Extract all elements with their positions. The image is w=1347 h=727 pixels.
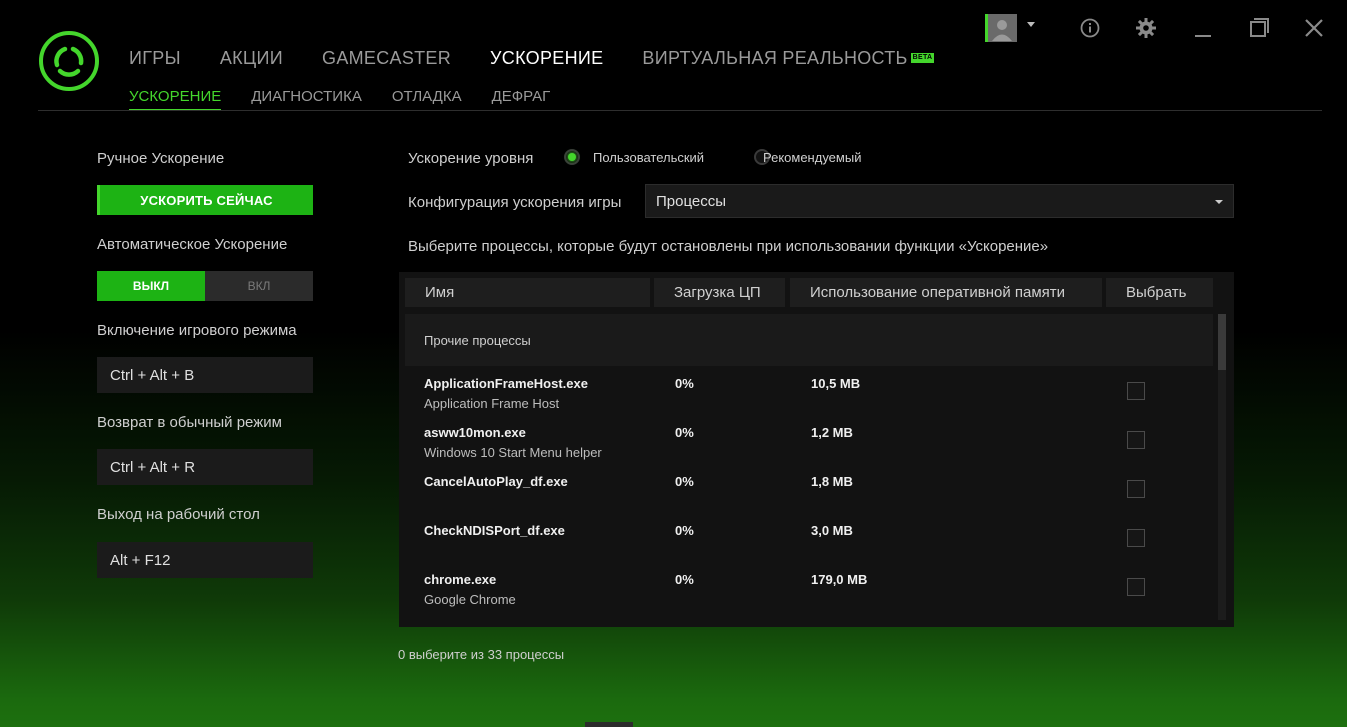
process-name: CancelAutoPlay_df.exe (424, 474, 568, 489)
tab-boost[interactable]: УСКОРЕНИЕ (490, 48, 603, 69)
process-cpu: 0% (675, 523, 694, 538)
toggle-off-option[interactable]: ВЫКЛ (97, 271, 205, 301)
auto-boost-label: Автоматическое Ускорение (97, 236, 288, 253)
toggle-on-option[interactable]: ВКЛ (205, 271, 313, 301)
process-desc: Application Frame Host (424, 396, 560, 411)
process-ram: 3,0 MB (811, 523, 853, 538)
tab-vr[interactable]: ВИРТУАЛЬНАЯ РЕАЛЬНОСТЬ BETA (642, 48, 935, 69)
process-cpu: 0% (675, 474, 694, 489)
chevron-down-icon (1215, 200, 1223, 204)
boost-level-label: Ускорение уровня (408, 150, 534, 167)
select-checkbox[interactable] (1127, 382, 1145, 400)
bottom-handle[interactable] (585, 722, 633, 727)
sub-nav: УСКОРЕНИЕ ДИАГНОСТИКА ОТЛАДКА ДЕФРАГ (129, 88, 580, 111)
beta-badge: BETA (910, 53, 935, 63)
process-desc: Google Chrome (424, 592, 516, 607)
group-other-processes: Прочие процессы (405, 314, 1213, 366)
normal-mode-hotkey-field[interactable]: Ctrl + Alt + R (97, 449, 313, 485)
tab-vr-label: ВИРТУАЛЬНАЯ РЕАЛЬНОСТЬ (642, 48, 908, 68)
tab-games[interactable]: ИГРЫ (129, 48, 181, 69)
table-row: asww10mon.exe Windows 10 Start Menu helpe… (405, 417, 1213, 466)
select-checkbox[interactable] (1127, 529, 1145, 547)
process-name: CheckNDISPort_df.exe (424, 523, 565, 538)
subtab-boost[interactable]: УСКОРЕНИЕ (129, 88, 222, 111)
config-dropdown-value: Процессы (656, 192, 727, 210)
maximize-icon[interactable] (1248, 17, 1270, 39)
column-header-select[interactable]: Выбрать (1106, 278, 1213, 307)
config-label: Конфигурация ускорения игры (408, 194, 622, 211)
radio-recommended-label[interactable]: Рекомендуемый (763, 150, 861, 165)
column-header-cpu[interactable]: Загрузка ЦП (654, 278, 785, 307)
user-avatar-icon[interactable] (985, 14, 1017, 42)
instruction-text: Выберите процессы, которые будут останов… (408, 238, 1049, 255)
process-ram: 10,5 MB (811, 376, 861, 391)
process-name: chrome.exe (424, 572, 497, 587)
info-icon[interactable] (1079, 17, 1101, 39)
process-ram: 1,2 MB (811, 425, 853, 440)
process-cpu: 0% (675, 425, 694, 440)
process-name: ApplicationFrameHost.exe (424, 376, 588, 391)
config-dropdown[interactable]: Процессы (645, 184, 1234, 218)
game-mode-hotkey-field[interactable]: Ctrl + Alt + B (97, 357, 313, 393)
desktop-hotkey-field[interactable]: Alt + F12 (97, 542, 313, 578)
process-name: asww10mon.exe (424, 425, 526, 440)
nav-divider (38, 110, 1322, 111)
tab-gamecaster[interactable]: GAMECASTER (322, 48, 451, 69)
tab-deals[interactable]: АКЦИИ (220, 48, 283, 69)
table-scrollbar[interactable] (1218, 314, 1226, 620)
process-ram: 1,8 MB (811, 474, 853, 489)
process-cpu: 0% (675, 376, 694, 391)
process-desc: Windows 10 Start Menu helper (424, 445, 602, 460)
process-table: Имя Загрузка ЦП Использование оперативно… (399, 272, 1234, 627)
subtab-debug[interactable]: ОТЛАДКА (392, 88, 462, 111)
table-row: CancelAutoPlay_df.exe 0% 1,8 MB (405, 466, 1213, 515)
select-checkbox[interactable] (1127, 480, 1145, 498)
column-header-name[interactable]: Имя (405, 278, 650, 307)
process-cpu: 0% (675, 572, 694, 587)
select-checkbox[interactable] (1127, 578, 1145, 596)
game-mode-label: Включение игрового режима (97, 322, 297, 339)
razer-cortex-logo-icon (39, 31, 99, 91)
boost-now-button[interactable]: УСКОРИТЬ СЕЙЧАС (97, 185, 313, 215)
gear-icon[interactable] (1135, 17, 1157, 39)
radio-custom-label[interactable]: Пользовательский (593, 150, 704, 165)
normal-mode-label: Возврат в обычный режим (97, 414, 282, 431)
manual-boost-label: Ручное Ускорение (97, 150, 225, 167)
column-header-ram[interactable]: Использование оперативной памяти (790, 278, 1102, 307)
radio-custom[interactable] (564, 149, 580, 165)
desktop-label: Выход на рабочий стол (97, 506, 260, 523)
selection-count: 0 выберите из 33 процессы (398, 647, 565, 662)
table-row: CheckNDISPort_df.exe 0% 3,0 MB (405, 515, 1213, 564)
table-row: ApplicationFrameHost.exe Application Fram… (405, 368, 1213, 417)
process-ram: 179,0 MB (811, 572, 868, 587)
scrollbar-thumb[interactable] (1218, 314, 1226, 370)
subtab-defrag[interactable]: ДЕФРАГ (492, 88, 551, 111)
caret-down-icon[interactable] (1027, 22, 1035, 27)
auto-boost-toggle[interactable]: ВЫКЛ ВКЛ (97, 271, 313, 301)
table-row: chrome.exe Google Chrome 0% 179,0 MB (405, 564, 1213, 613)
select-checkbox[interactable] (1127, 431, 1145, 449)
minimize-icon[interactable] (1192, 17, 1214, 39)
close-icon[interactable] (1303, 17, 1325, 39)
subtab-diagnostics[interactable]: ДИАГНОСТИКА (251, 88, 362, 111)
main-nav: ИГРЫ АКЦИИ GAMECASTER УСКОРЕНИЕ ВИРТУАЛЬ… (129, 48, 973, 69)
